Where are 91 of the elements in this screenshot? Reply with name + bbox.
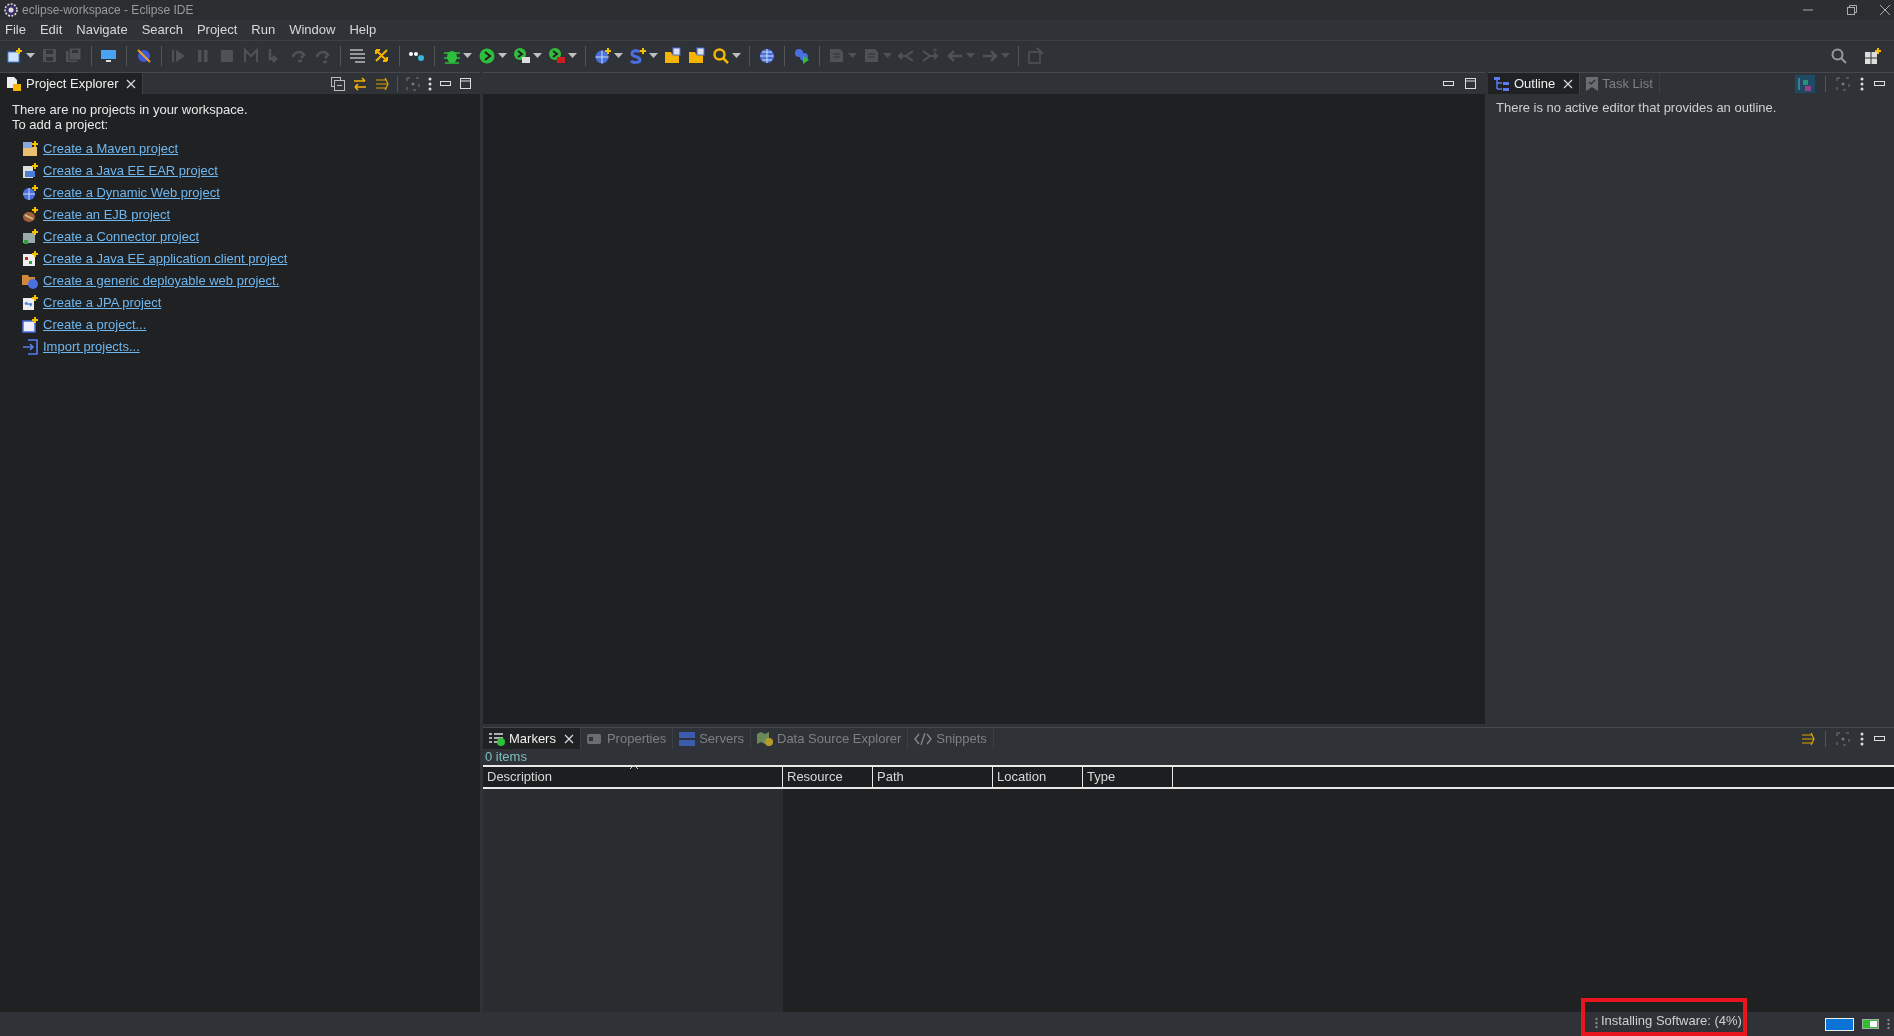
menu-item[interactable]: Help bbox=[342, 20, 384, 40]
column-header[interactable]: Location bbox=[993, 767, 1083, 787]
menu-item[interactable]: Edit bbox=[32, 20, 70, 40]
properties-icon bbox=[586, 732, 603, 745]
toolbar-button[interactable] bbox=[4, 46, 37, 65]
view-menu-icon[interactable] bbox=[428, 76, 432, 91]
bean-icon bbox=[22, 207, 38, 223]
handle-icon[interactable] bbox=[1595, 1017, 1598, 1029]
s-plus-icon[interactable] bbox=[629, 46, 647, 65]
window-title: eclipse-workspace - Eclipse IDE bbox=[22, 2, 194, 19]
caret-icon[interactable] bbox=[26, 52, 35, 59]
info-text: There are no projects in your workspace. bbox=[12, 102, 249, 117]
maximize-icon[interactable] bbox=[1465, 77, 1477, 90]
caret-icon[interactable] bbox=[533, 52, 542, 59]
minimize-icon[interactable] bbox=[440, 80, 452, 87]
perspective-icon[interactable] bbox=[1864, 46, 1882, 65]
toolbar-button[interactable] bbox=[627, 46, 660, 65]
column-header[interactable]: Resource bbox=[783, 767, 873, 787]
globe-plus-icon bbox=[22, 185, 38, 201]
menu-item[interactable]: Navigate bbox=[69, 20, 135, 40]
handle-icon[interactable] bbox=[1887, 1018, 1890, 1030]
caret-icon[interactable] bbox=[649, 52, 658, 59]
maximize-icon[interactable] bbox=[460, 77, 472, 90]
minimize-icon[interactable] bbox=[1874, 80, 1886, 87]
jpa-file-icon bbox=[22, 295, 38, 311]
server-icon bbox=[679, 731, 696, 746]
external-tools-icon[interactable] bbox=[548, 46, 566, 65]
list-check-icon bbox=[489, 731, 505, 746]
new-file-icon[interactable] bbox=[6, 46, 24, 65]
link[interactable]: Create a Connector project bbox=[43, 227, 200, 247]
view-tab[interactable]: Markers bbox=[483, 728, 581, 749]
column-header[interactable]: Path bbox=[873, 767, 993, 787]
eclipse-gear-icon bbox=[4, 3, 18, 17]
menu-item[interactable]: Window bbox=[282, 20, 343, 40]
folder-globe-icon bbox=[22, 273, 38, 289]
progress-status[interactable]: Installing Software: (4%) bbox=[1601, 1010, 1742, 1030]
link[interactable]: Create a Maven project bbox=[43, 139, 179, 159]
view-menu-icon[interactable] bbox=[1860, 731, 1864, 746]
link[interactable]: Create a Java EE EAR project bbox=[43, 161, 218, 181]
tree-icon bbox=[1494, 76, 1510, 91]
caret-icon[interactable] bbox=[463, 52, 472, 59]
menu-item[interactable]: Project bbox=[189, 20, 245, 40]
filter-arrows-icon[interactable] bbox=[375, 76, 389, 91]
filter-arrows-icon[interactable] bbox=[1801, 731, 1815, 746]
ear-file-icon bbox=[22, 163, 38, 179]
link[interactable]: Create a JPA project bbox=[43, 293, 162, 313]
new-globe-icon[interactable] bbox=[594, 46, 612, 65]
column-header[interactable]: Description bbox=[483, 767, 783, 787]
progress-bar[interactable] bbox=[1825, 1017, 1854, 1031]
run-icon[interactable] bbox=[478, 46, 496, 65]
close-icon[interactable] bbox=[1880, 5, 1890, 15]
caret-icon[interactable] bbox=[498, 52, 507, 59]
toolbar-button[interactable] bbox=[546, 46, 579, 65]
minimize-icon[interactable] bbox=[1874, 735, 1886, 742]
menu-item[interactable]: Search bbox=[134, 20, 190, 40]
caret-icon[interactable] bbox=[614, 52, 623, 59]
minimize-icon[interactable] bbox=[1443, 80, 1455, 87]
info-text: To add a project: bbox=[12, 117, 110, 132]
app-client-icon bbox=[22, 251, 38, 267]
link[interactable]: Create a project... bbox=[43, 315, 147, 335]
search-icon[interactable] bbox=[712, 46, 730, 65]
toolbar-button[interactable] bbox=[511, 46, 544, 65]
file-folder-icon bbox=[6, 75, 22, 92]
new-project-icon bbox=[22, 317, 38, 333]
map-database-icon bbox=[757, 731, 773, 746]
link[interactable]: Create a Dynamic Web project bbox=[43, 183, 220, 203]
toolbar-button[interactable] bbox=[710, 46, 743, 65]
link[interactable]: Import projects... bbox=[43, 337, 140, 357]
view-menu-icon[interactable] bbox=[1860, 76, 1864, 91]
import-icon bbox=[22, 339, 38, 355]
caret-icon[interactable] bbox=[568, 52, 577, 59]
link[interactable]: Create an EJB project bbox=[43, 205, 171, 225]
maven-folder-icon bbox=[22, 141, 38, 157]
view-tab[interactable]: Outline bbox=[1488, 73, 1581, 94]
view-tab[interactable]: Project Explorer bbox=[0, 73, 144, 94]
link[interactable]: Create a generic deployable web project. bbox=[43, 271, 280, 291]
collapse-all-icon[interactable] bbox=[331, 76, 345, 91]
run-coverage-icon[interactable] bbox=[513, 46, 531, 65]
column-header[interactable]: Type bbox=[1083, 767, 1173, 787]
caret-icon[interactable] bbox=[732, 52, 741, 59]
item-count: 0 items bbox=[484, 749, 528, 765]
link[interactable]: Create a Java EE application client project bbox=[43, 249, 288, 269]
code-brackets-icon bbox=[914, 732, 933, 745]
menu-item[interactable]: File bbox=[0, 20, 33, 40]
restore-icon[interactable] bbox=[1847, 5, 1857, 15]
bookmark-check-icon bbox=[1586, 76, 1599, 91]
sort-caret-icon bbox=[630, 765, 638, 770]
menu-item[interactable]: Run bbox=[244, 20, 283, 40]
link-editor-icon[interactable] bbox=[353, 76, 367, 91]
outline-message: There is no active editor that provides an outline. bbox=[1495, 99, 1778, 117]
search-icon[interactable] bbox=[1830, 46, 1848, 65]
